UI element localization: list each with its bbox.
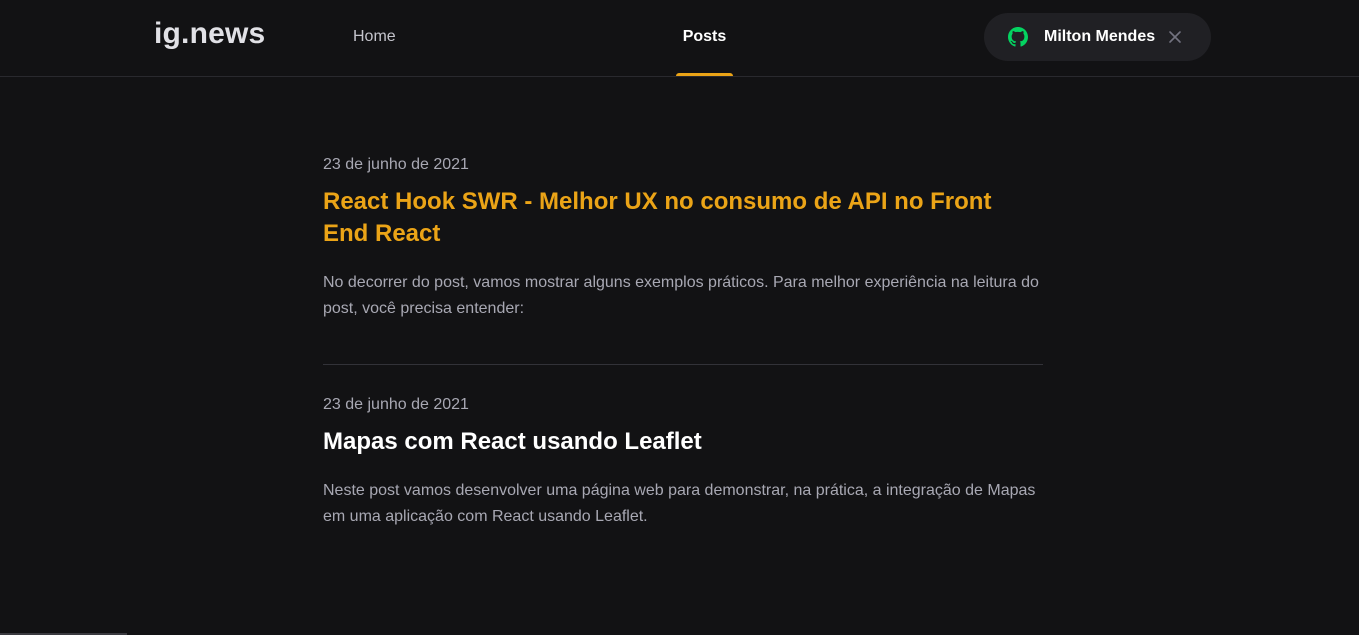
post-item[interactable]: 23 de junho de 2021 Mapas com React usan…	[323, 396, 1043, 530]
nav-posts-link[interactable]: Posts	[676, 0, 733, 76]
post-excerpt: No decorrer do post, vamos mostrar algun…	[323, 274, 1039, 317]
logo[interactable]: ig.news	[154, 17, 265, 51]
github-icon	[1008, 27, 1028, 47]
post-date: 23 de junho de 2021	[323, 396, 469, 413]
user-name: Milton Mendes	[1044, 28, 1156, 45]
post-item[interactable]: 23 de junho de 2021 React Hook SWR - Mel…	[323, 156, 1043, 322]
main-nav: Home Posts	[353, 0, 733, 76]
header: ig.news Home Posts Milton Mendes	[0, 0, 1359, 77]
post-date: 23 de junho de 2021	[323, 156, 469, 173]
sign-out-button[interactable]: Milton Mendes	[984, 13, 1211, 61]
post-divider	[323, 364, 1043, 365]
close-icon[interactable]	[1167, 29, 1183, 45]
post-title[interactable]: Mapas com React usando Leaflet	[323, 426, 1043, 458]
post-excerpt: Neste post vamos desenvolver uma página …	[323, 482, 1036, 525]
nav-home-link[interactable]: Home	[353, 0, 436, 76]
post-title[interactable]: React Hook SWR - Melhor UX no consumo de…	[323, 186, 1043, 250]
